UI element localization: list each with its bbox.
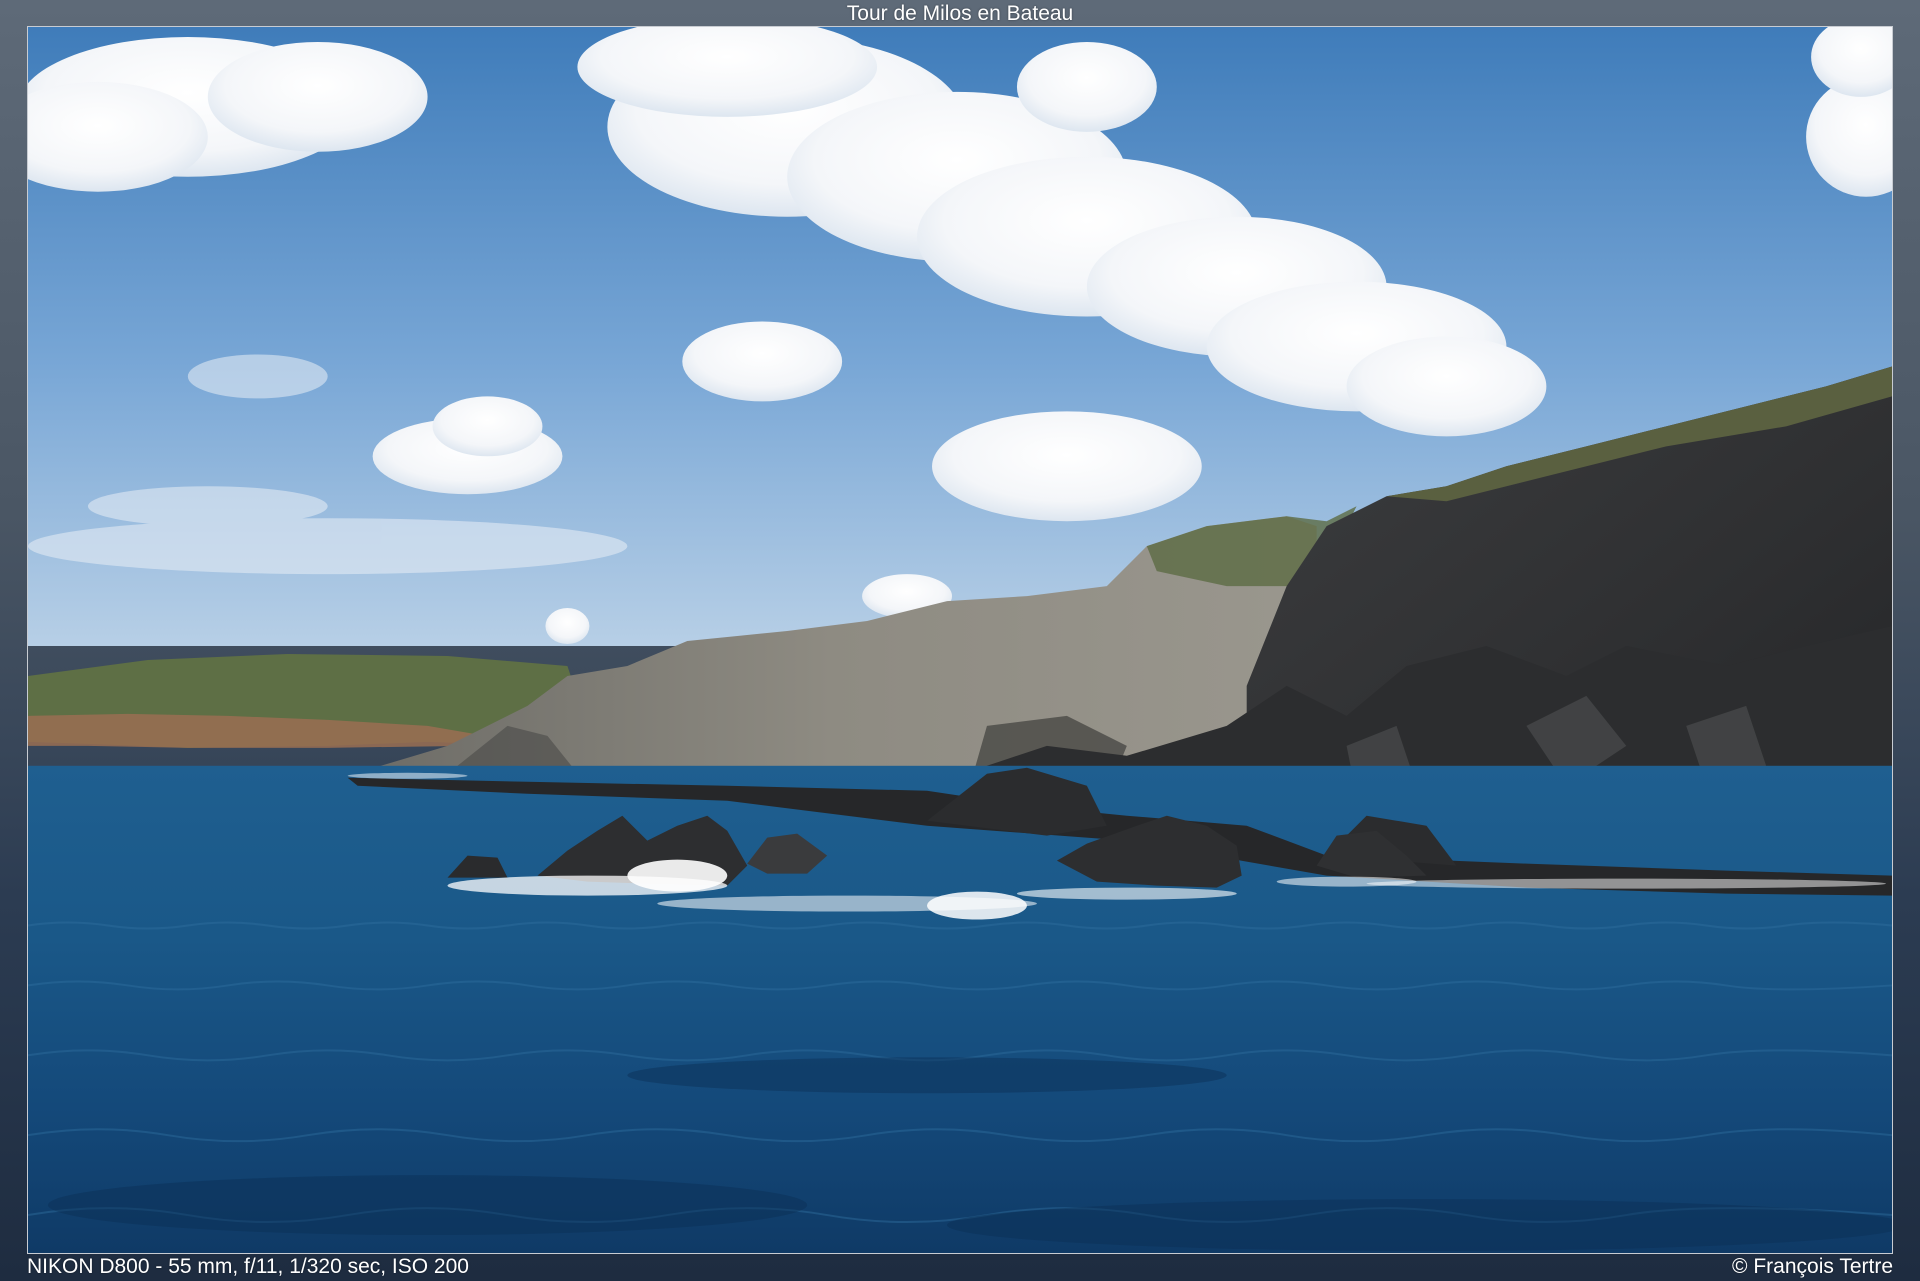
photo-title: Tour de Milos en Bateau bbox=[846, 2, 1074, 25]
photo-image[interactable] bbox=[27, 26, 1893, 1254]
seascape-illustration bbox=[28, 27, 1892, 1253]
copyright-notice: © François Tertre bbox=[1732, 1255, 1893, 1278]
exif-info: NIKON D800 - 55 mm, f/11, 1/320 sec, ISO… bbox=[27, 1255, 469, 1278]
photo-viewer: Tour de Milos en Bateau NIKON D800 - 55 … bbox=[0, 0, 1920, 1281]
